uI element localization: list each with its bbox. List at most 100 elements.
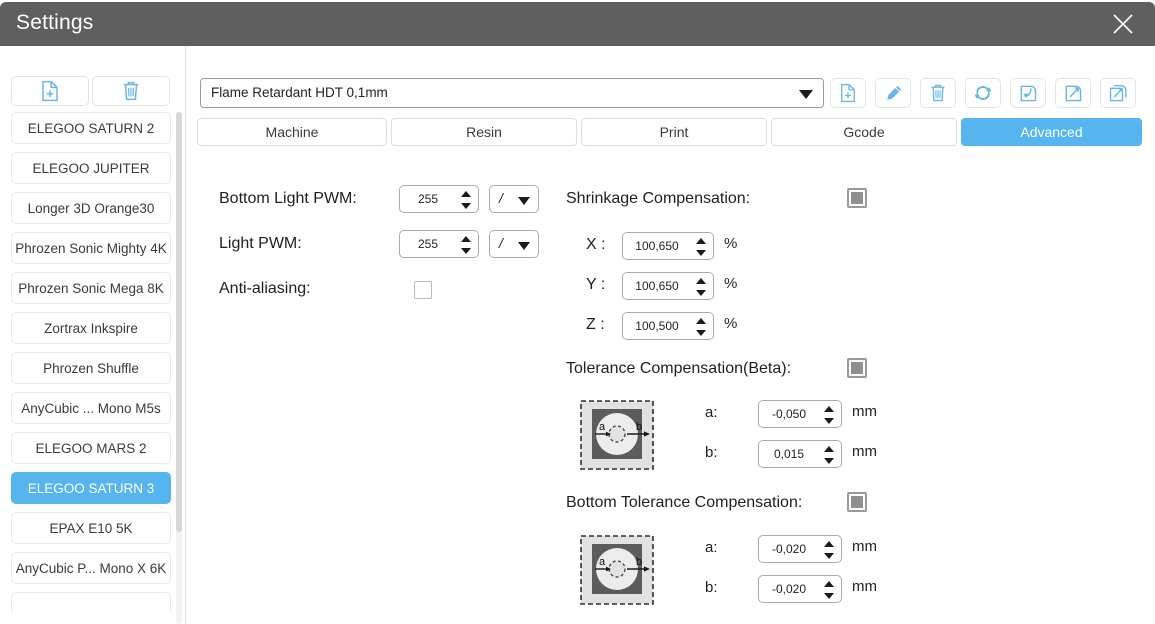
- bottom-tolerance-b-stepper[interactable]: [824, 580, 835, 600]
- tab-machine[interactable]: Machine: [197, 118, 387, 146]
- printer-list-item[interactable]: AnyCubic P... Mono X 6K: [11, 552, 171, 584]
- printer-list-item-selected[interactable]: ELEGOO SATURN 3: [11, 472, 171, 504]
- printer-list-item[interactable]: Phrozen Sonic Mega 8K: [11, 272, 171, 304]
- light-pwm-input[interactable]: 255: [399, 230, 479, 258]
- chevron-down-icon: [518, 242, 530, 250]
- shrinkage-z-stepper[interactable]: [696, 317, 707, 337]
- bottom-tolerance-b-input[interactable]: -0,020: [758, 575, 842, 603]
- tab-gcode[interactable]: Gcode: [771, 118, 957, 146]
- stepper-down-icon[interactable]: [461, 248, 471, 254]
- stepper-up-icon[interactable]: [824, 581, 834, 587]
- profile-select-value: Flame Retardant HDT 0,1mm: [211, 85, 388, 100]
- import-profile-button[interactable]: [1010, 78, 1046, 108]
- printer-list-item[interactable]: Phrozen Shuffle: [11, 352, 171, 384]
- stepper-down-icon[interactable]: [824, 458, 834, 464]
- light-pwm-unit-select[interactable]: /: [489, 230, 539, 258]
- printer-label: Zortrax Inkspire: [44, 321, 138, 336]
- stepper-down-icon[interactable]: [461, 203, 471, 209]
- bottom-light-pwm-input[interactable]: 255: [399, 185, 479, 213]
- light-pwm-stepper[interactable]: [461, 235, 472, 255]
- refresh-icon: [973, 83, 993, 103]
- edit-profile-button[interactable]: [875, 78, 911, 108]
- add-printer-button[interactable]: [11, 76, 89, 106]
- shrinkage-y-input[interactable]: 100,650: [622, 272, 714, 300]
- bottom-light-pwm-unit-select[interactable]: /: [489, 185, 539, 213]
- stepper-down-icon[interactable]: [824, 418, 834, 424]
- stepper-down-icon[interactable]: [696, 250, 706, 256]
- svg-text:a: a: [599, 421, 606, 433]
- stepper-up-icon[interactable]: [824, 446, 834, 452]
- bottom-tolerance-b-unit: mm: [852, 578, 877, 595]
- printer-list-item[interactable]: ELEGOO MARS 2: [11, 432, 171, 464]
- printer-label: Phrozen Sonic Mega 8K: [18, 281, 164, 296]
- shrinkage-y-label: Y :: [586, 276, 605, 294]
- delete-printer-button[interactable]: [92, 76, 170, 106]
- stepper-up-icon[interactable]: [696, 238, 706, 244]
- bottom-tolerance-a-label: a:: [705, 539, 718, 556]
- pencil-icon: [884, 84, 903, 103]
- tolerance-a-stepper[interactable]: [824, 405, 835, 425]
- tolerance-compensation-checkbox[interactable]: [847, 358, 867, 378]
- settings-tabs: Machine Resin Print Gcode Advanced: [197, 118, 1142, 146]
- svg-text:b: b: [636, 556, 642, 568]
- tab-resin[interactable]: Resin: [391, 118, 577, 146]
- shrinkage-y-stepper[interactable]: [696, 277, 707, 297]
- stepper-up-icon[interactable]: [696, 318, 706, 324]
- tab-print[interactable]: Print: [581, 118, 767, 146]
- stepper-up-icon[interactable]: [696, 278, 706, 284]
- shrinkage-compensation-label: Shrinkage Compensation:: [566, 190, 750, 208]
- tab-label: Gcode: [843, 124, 884, 140]
- stepper-down-icon[interactable]: [696, 330, 706, 336]
- tolerance-a-unit: mm: [852, 403, 877, 420]
- tolerance-b-stepper[interactable]: [824, 445, 835, 465]
- stepper-up-icon[interactable]: [824, 541, 834, 547]
- shrinkage-y-unit: %: [724, 275, 737, 292]
- tolerance-b-label: b:: [705, 444, 718, 461]
- printer-label: ELEGOO SATURN 3: [28, 481, 155, 496]
- bottom-tolerance-a-input[interactable]: -0,020: [758, 535, 842, 563]
- stepper-down-icon[interactable]: [824, 593, 834, 599]
- bottom-tolerance-compensation-checkbox[interactable]: [847, 492, 867, 512]
- sidebar-scrollbar[interactable]: [176, 112, 182, 624]
- printer-list-item[interactable]: EPAX E10 5K: [11, 512, 171, 544]
- printer-list-item[interactable]: Zortrax Inkspire: [11, 312, 171, 344]
- printer-label: ELEGOO SATURN 2: [28, 121, 155, 136]
- stepper-down-icon[interactable]: [824, 553, 834, 559]
- shrinkage-z-input[interactable]: 100,500: [622, 312, 714, 340]
- printer-list-item-partial[interactable]: [11, 592, 171, 612]
- anti-aliasing-checkbox[interactable]: [414, 281, 432, 299]
- delete-profile-button[interactable]: [920, 78, 956, 108]
- bottom-tolerance-a-stepper[interactable]: [824, 540, 835, 560]
- stepper-down-icon[interactable]: [696, 290, 706, 296]
- shrinkage-x-stepper[interactable]: [696, 237, 707, 257]
- close-button[interactable]: [1103, 8, 1143, 40]
- light-pwm-unit-value: /: [499, 235, 503, 251]
- printer-list-item[interactable]: Longer 3D Orange30: [11, 192, 171, 224]
- new-profile-button[interactable]: [830, 78, 866, 108]
- printer-list[interactable]: ELEGOO SATURN 2 ELEGOO JUPITER Longer 3D…: [11, 112, 172, 624]
- tolerance-a-value: -0,050: [759, 407, 819, 421]
- printer-list-item[interactable]: Phrozen Sonic Mighty 4K: [11, 232, 171, 264]
- tab-advanced[interactable]: Advanced: [961, 118, 1142, 146]
- stepper-up-icon[interactable]: [461, 236, 471, 242]
- sidebar-scrollbar-thumb[interactable]: [176, 112, 182, 532]
- tolerance-b-input[interactable]: 0,015: [758, 440, 842, 468]
- printer-sidebar: ELEGOO SATURN 2 ELEGOO JUPITER Longer 3D…: [0, 46, 186, 624]
- profile-select[interactable]: Flame Retardant HDT 0,1mm: [200, 78, 824, 108]
- light-pwm-value: 255: [400, 237, 456, 251]
- stepper-up-icon[interactable]: [461, 191, 471, 197]
- tolerance-a-input[interactable]: -0,050: [758, 400, 842, 428]
- bottom-tolerance-compensation-label: Bottom Tolerance Compensation:: [566, 494, 802, 512]
- printer-label: AnyCubic ... Mono M5s: [21, 401, 161, 416]
- printer-list-item[interactable]: ELEGOO JUPITER: [11, 152, 171, 184]
- title-bar: Settings: [0, 2, 1155, 46]
- reset-profile-button[interactable]: [965, 78, 1001, 108]
- stepper-up-icon[interactable]: [824, 406, 834, 412]
- share-profile-button[interactable]: [1100, 78, 1136, 108]
- shrinkage-compensation-checkbox[interactable]: [847, 188, 867, 208]
- bottom-light-pwm-stepper[interactable]: [461, 190, 472, 210]
- shrinkage-x-input[interactable]: 100,650: [622, 232, 714, 260]
- export-profile-button[interactable]: [1055, 78, 1091, 108]
- printer-list-item[interactable]: AnyCubic ... Mono M5s: [11, 392, 171, 424]
- printer-list-item[interactable]: ELEGOO SATURN 2: [11, 112, 171, 144]
